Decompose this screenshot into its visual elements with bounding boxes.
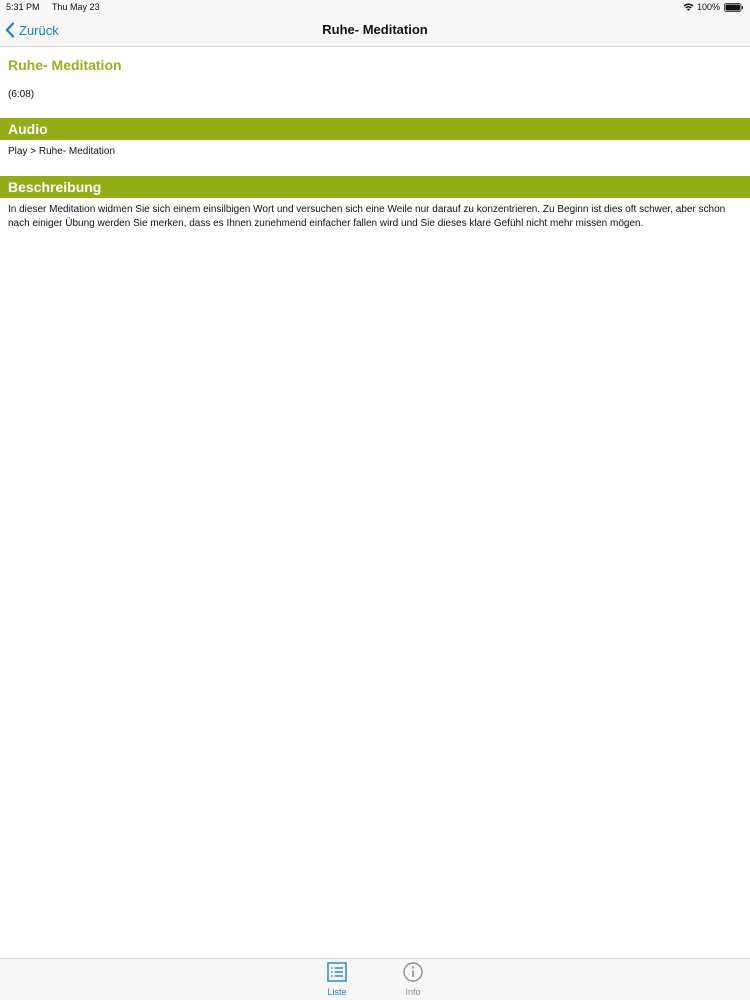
battery-icon xyxy=(724,2,743,12)
tab-info-label: Info xyxy=(405,987,421,997)
tab-liste-label: Liste xyxy=(327,987,347,997)
tab-liste[interactable]: Liste xyxy=(307,959,367,1000)
page-title: Ruhe- Meditation xyxy=(8,57,122,73)
nav-title: Ruhe- Meditation xyxy=(322,22,428,37)
status-time: 5:31 PM xyxy=(6,2,40,12)
list-icon xyxy=(327,962,347,982)
screen: 5:31 PM Thu May 23 100% Zurück Ruhe- Med… xyxy=(0,0,750,1000)
detail-content: Ruhe- Meditation (6:08) Audio Play > Ruh… xyxy=(0,47,750,231)
info-icon xyxy=(403,962,423,982)
wifi-icon xyxy=(683,3,694,11)
tab-bar: Liste Info xyxy=(0,958,750,1000)
battery-percent: 100% xyxy=(696,2,720,12)
audio-play-link[interactable]: Play > Ruhe- Meditation xyxy=(8,146,750,160)
status-left: 5:31 PM Thu May 23 xyxy=(6,0,100,14)
status-date: Thu May 23 xyxy=(52,2,100,12)
duration-label: (6:08) xyxy=(8,89,35,100)
navigation-bar: Zurück Ruhe- Meditation xyxy=(0,14,750,47)
section-header-description: Beschreibung xyxy=(0,176,750,198)
section-header-audio: Audio xyxy=(0,118,750,140)
status-right: 100% xyxy=(683,0,744,14)
tab-info[interactable]: Info xyxy=(383,959,443,1000)
status-bar: 5:31 PM Thu May 23 100% xyxy=(0,0,750,14)
description-text: In dieser Meditation widmen Sie sich ein… xyxy=(8,204,726,229)
